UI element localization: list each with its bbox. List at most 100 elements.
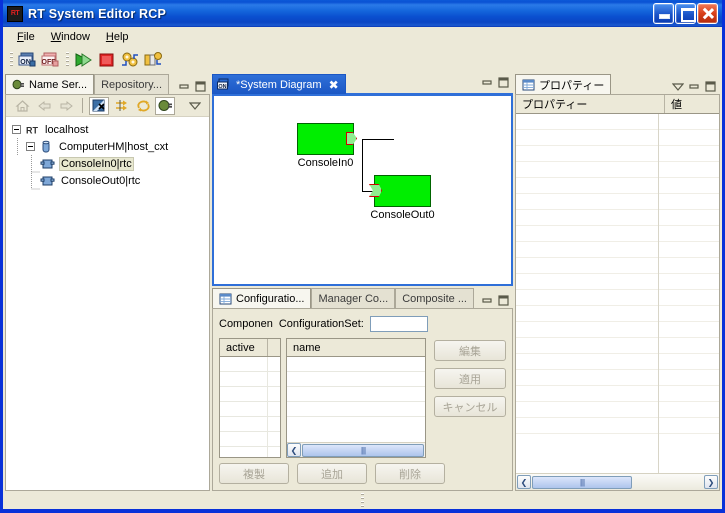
minimize-icon[interactable] — [179, 81, 190, 92]
table-row[interactable] — [287, 402, 425, 417]
column-value[interactable]: 値 — [665, 95, 719, 113]
stop-all-icon[interactable] — [96, 49, 118, 71]
delete-button[interactable]: 削除 — [375, 463, 445, 484]
add-to-diagram-icon[interactable] — [111, 97, 131, 115]
delete-naming-icon[interactable] — [89, 96, 109, 115]
table-row[interactable] — [287, 357, 425, 372]
properties-table-rows[interactable] — [516, 114, 719, 473]
tab-repository[interactable]: Repository... — [94, 74, 170, 94]
table-row[interactable] — [220, 417, 280, 432]
view-menu-icon[interactable] — [672, 82, 684, 92]
table-row[interactable] — [516, 242, 719, 258]
apply-button[interactable]: 適用 — [434, 368, 506, 389]
minimize-icon[interactable] — [689, 81, 700, 92]
output-port[interactable] — [346, 132, 357, 145]
edit-button[interactable]: 編集 — [434, 340, 506, 361]
scroll-left-button[interactable]: ❮ — [287, 443, 301, 457]
table-row[interactable] — [516, 290, 719, 306]
table-row[interactable] — [516, 194, 719, 210]
table-row[interactable] — [220, 387, 280, 402]
configuration-set-input[interactable] — [369, 316, 428, 332]
table-row[interactable] — [516, 178, 719, 194]
component-body[interactable] — [374, 175, 431, 207]
table-row[interactable] — [220, 432, 280, 447]
table-row[interactable] — [516, 162, 719, 178]
scroll-thumb[interactable]: |||| — [302, 443, 424, 457]
maximize-icon[interactable] — [705, 81, 716, 92]
home-icon[interactable] — [12, 97, 32, 115]
scroll-left-button[interactable]: ❮ — [517, 475, 531, 489]
name-table-hscrollbar[interactable]: ❮ |||| — [287, 442, 425, 457]
tab-composite[interactable]: Composite ... — [395, 288, 474, 308]
back-arrow-icon[interactable] — [34, 97, 54, 115]
add-button[interactable]: 追加 — [297, 463, 367, 484]
diagram-canvas[interactable]: ConsoleIn0 ConsoleOut0 — [212, 94, 513, 286]
component-consolein0[interactable]: ConsoleIn0 — [297, 123, 357, 169]
menu-file[interactable]: File — [9, 29, 43, 45]
column-property[interactable]: プロパティー — [516, 95, 665, 113]
activate-on-icon[interactable]: ON — [17, 49, 39, 71]
restart-icon[interactable] — [119, 49, 141, 71]
table-row[interactable] — [516, 226, 719, 242]
component-consoleout0[interactable]: ConsoleOut0 — [369, 175, 435, 221]
table-row[interactable] — [516, 146, 719, 162]
tab-configuration[interactable]: Configuratio... — [212, 288, 312, 308]
tab-manager-control[interactable]: Manager Co... — [311, 288, 396, 308]
table-row[interactable] — [220, 372, 280, 387]
menu-help[interactable]: Help — [98, 29, 137, 45]
close-icon[interactable]: ✖ — [329, 78, 339, 92]
table-row[interactable] — [516, 386, 719, 402]
active-table[interactable]: active — [219, 338, 281, 458]
table-row[interactable] — [220, 357, 280, 372]
table-row[interactable] — [516, 114, 719, 130]
name-table[interactable]: name ❮ |||| — [286, 338, 426, 458]
maximize-icon[interactable] — [498, 295, 509, 306]
table-row[interactable] — [516, 338, 719, 354]
table-row[interactable] — [516, 370, 719, 386]
deactivate-off-icon[interactable]: OFF — [40, 49, 62, 71]
name-service-tree[interactable]: RT localhost ComputerHM|host_cxt Console… — [6, 117, 209, 490]
table-row[interactable] — [287, 372, 425, 387]
menu-window[interactable]: Window — [43, 29, 98, 45]
connect-nameserver-icon[interactable] — [155, 96, 175, 115]
tab-properties[interactable]: プロパティー — [515, 74, 612, 94]
properties-hscrollbar[interactable]: ❮ |||| ❯ — [516, 473, 719, 490]
minimize-button[interactable] — [653, 3, 674, 24]
cancel-button[interactable]: キャンセル — [434, 396, 506, 417]
table-row[interactable] — [516, 210, 719, 226]
table-row[interactable] — [516, 306, 719, 322]
table-row[interactable] — [516, 130, 719, 146]
forward-arrow-icon[interactable] — [56, 97, 76, 115]
close-button[interactable] — [697, 3, 718, 24]
table-row[interactable] — [516, 258, 719, 274]
table-row[interactable] — [516, 418, 719, 434]
toolbar-grip[interactable] — [10, 52, 13, 68]
scroll-thumb[interactable]: |||| — [532, 475, 632, 489]
table-row[interactable] — [516, 402, 719, 418]
name-table-rows[interactable]: ❮ |||| — [287, 357, 425, 457]
tab-name-service[interactable]: Name Ser... — [5, 74, 95, 94]
table-row[interactable] — [287, 387, 425, 402]
column-name[interactable]: name — [287, 339, 425, 356]
toolbar-grip-2[interactable] — [66, 52, 69, 68]
maximize-icon[interactable] — [498, 77, 509, 88]
maximize-icon[interactable] — [195, 81, 206, 92]
resize-grip[interactable] — [361, 493, 364, 507]
start-all-icon[interactable] — [73, 49, 95, 71]
refresh-icon[interactable] — [133, 97, 153, 115]
table-row[interactable] — [220, 402, 280, 417]
minimize-icon[interactable] — [482, 295, 493, 306]
component-body[interactable] — [297, 123, 354, 155]
minimize-icon[interactable] — [482, 77, 493, 88]
column-active[interactable]: active — [220, 339, 268, 356]
scroll-right-button[interactable]: ❯ — [704, 475, 718, 489]
table-row[interactable] — [516, 354, 719, 370]
table-row[interactable] — [516, 274, 719, 290]
active-table-rows[interactable] — [220, 357, 280, 457]
view-menu-icon[interactable] — [185, 97, 205, 115]
tab-system-diagram[interactable]: ON *System Diagram ✖ — [212, 74, 346, 94]
duplicate-button[interactable]: 複製 — [219, 463, 289, 484]
table-row[interactable] — [516, 322, 719, 338]
open-composite-icon[interactable] — [142, 49, 164, 71]
maximize-button[interactable] — [675, 3, 696, 24]
